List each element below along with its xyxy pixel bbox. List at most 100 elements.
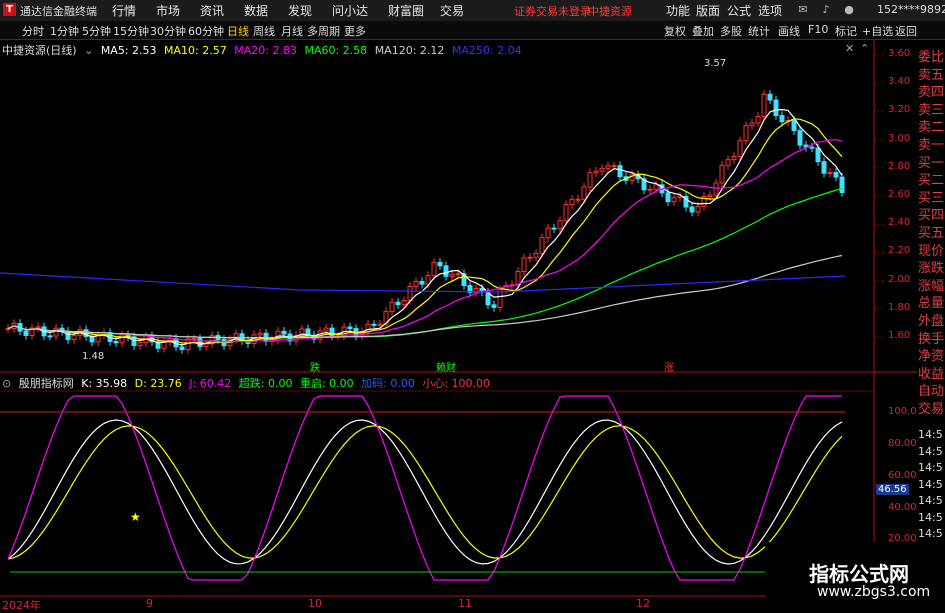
tongji-button[interactable]: 统计 [748, 23, 770, 39]
menu-shichang[interactable]: 市场 [156, 2, 180, 19]
side-label[interactable]: 涨幅 [918, 275, 944, 294]
side-label[interactable]: 卖二 [918, 116, 944, 135]
ma10-label: MA10: 2.57 [164, 44, 227, 57]
candle-body [743, 125, 749, 142]
side-label[interactable]: 买五 [918, 222, 944, 241]
side-label[interactable]: 买三 [918, 187, 944, 206]
candle-body [425, 275, 431, 285]
ma60-label: MA60: 2.58 [304, 44, 368, 57]
menu-zixun[interactable]: 资讯 [200, 2, 224, 19]
candle-body [779, 115, 785, 123]
login-status[interactable]: 证券交易未登录 [514, 3, 591, 19]
side-label[interactable]: 卖四 [918, 81, 944, 100]
side-label[interactable]: 交易 [918, 398, 944, 417]
menu-gongneng[interactable]: 功能 [666, 2, 690, 19]
side-time: 14:5 [918, 444, 943, 458]
candle-body [569, 198, 575, 206]
app-logo-icon: T [3, 3, 16, 16]
event-label-die: 跌 [310, 363, 320, 374]
menu-faxian[interactable]: 发现 [288, 2, 312, 19]
menu-banmian[interactable]: 版面 [696, 2, 720, 19]
candle-body [653, 184, 659, 190]
menu-shuju[interactable]: 数据 [244, 2, 268, 19]
indicator-name[interactable]: 殷朋指标网 [19, 377, 74, 390]
f10-button[interactable]: F10 [808, 23, 828, 36]
candle-body [815, 147, 821, 163]
x-label-2024: 2024年 [2, 599, 41, 612]
current-indicator-value: 46.56 [876, 484, 909, 495]
kline-chart[interactable]: ★ [0, 40, 917, 609]
side-label[interactable]: 卖一 [918, 134, 944, 153]
ma-legend: 中捷资源(日线) ⌄ MA5: 2.53 MA10: 2.57 MA20: 2.… [2, 42, 526, 58]
ind-tick-40: 40.00 [888, 502, 917, 513]
side-label[interactable]: 卖五 [918, 64, 944, 83]
side-label[interactable]: 总量 [918, 292, 944, 311]
menu-gongshi[interactable]: 公式 [727, 2, 751, 19]
period-weekly[interactable]: 周线 [253, 23, 275, 39]
candle-body [257, 332, 263, 336]
price-tick: 3.60 [888, 48, 911, 59]
side-label[interactable]: 买二 [918, 169, 944, 188]
biaoji-button[interactable]: 标记 [835, 23, 857, 39]
candle-body [827, 172, 833, 175]
period-monthly[interactable]: 月线 [281, 23, 303, 39]
d-line [7, 425, 843, 560]
menu-hangqing[interactable]: 行情 [112, 2, 136, 19]
x-label-10: 10 [308, 597, 322, 610]
broker-name[interactable]: 中捷资源 [588, 3, 632, 19]
side-label[interactable]: 买四 [918, 204, 944, 223]
side-label[interactable]: 买一 [918, 152, 944, 171]
candle-body [581, 186, 587, 200]
x-label-12: 12 [636, 597, 650, 610]
close-icon[interactable]: ✕ [845, 42, 854, 55]
menu-wenxiaoda[interactable]: 问小达 [332, 2, 368, 19]
period-daily[interactable]: 日线 [227, 23, 249, 39]
diejia-button[interactable]: 叠加 [692, 23, 714, 39]
period-1min[interactable]: 1分钟 [50, 23, 79, 39]
event-label-laicai: 赖财 [436, 363, 456, 374]
candle-body [329, 327, 335, 337]
add-watchlist-button[interactable]: +自选 [862, 23, 893, 39]
price-tick: 3.40 [888, 76, 911, 88]
side-label[interactable]: 自动 [918, 380, 944, 399]
period-5min[interactable]: 5分钟 [82, 23, 111, 39]
candle-body [545, 227, 551, 239]
menu-jiaoyi[interactable]: 交易 [440, 2, 464, 19]
indicator-menu-icon[interactable]: ⊙ [2, 377, 11, 390]
side-label[interactable]: 外盘 [918, 310, 944, 329]
jiama-value: 加码: 0.00 [361, 377, 415, 390]
duogu-button[interactable]: 多股 [720, 23, 742, 39]
side-label[interactable]: 卖三 [918, 99, 944, 118]
period-multi[interactable]: 多周期 [307, 23, 340, 39]
period-60min[interactable]: 60分钟 [188, 23, 224, 39]
chevron-up-icon[interactable]: ⌃ [860, 42, 869, 55]
back-button[interactable]: 返回 [895, 23, 917, 39]
side-label[interactable]: 收益 [918, 363, 944, 382]
mail-icon[interactable]: ✉ [796, 3, 810, 17]
candle-body [161, 341, 167, 349]
side-label[interactable]: 委比 [918, 46, 944, 65]
stock-name[interactable]: 中捷资源(日线) [2, 44, 77, 57]
period-more[interactable]: 更多 [344, 23, 366, 39]
side-label[interactable]: 净资 [918, 345, 944, 364]
side-label[interactable]: 换手 [918, 328, 944, 347]
huaxian-button[interactable]: 画线 [778, 23, 800, 39]
user-icon[interactable]: ● [842, 3, 856, 17]
candle-body [557, 220, 563, 230]
side-label[interactable]: 现价 [918, 240, 944, 259]
candle-body [71, 335, 77, 341]
menu-caifuquan[interactable]: 财富圈 [388, 2, 424, 19]
bell-icon[interactable]: ♪ [819, 3, 833, 17]
fuquan-button[interactable]: 复权 [664, 23, 686, 39]
price-tick: 2.40 [888, 217, 911, 229]
period-30min[interactable]: 30分钟 [150, 23, 186, 39]
period-fenshi[interactable]: 分时 [22, 23, 44, 39]
period-15min[interactable]: 15分钟 [113, 23, 149, 39]
ma20-label: MA20: 2.83 [234, 44, 297, 57]
candle-body [281, 330, 287, 335]
candle-body [695, 205, 701, 213]
menu-xuanxiang[interactable]: 选项 [758, 2, 782, 19]
candle-body [455, 273, 461, 276]
chevron-down-icon[interactable]: ⌄ [84, 44, 93, 57]
side-label[interactable]: 涨跌 [918, 257, 944, 276]
